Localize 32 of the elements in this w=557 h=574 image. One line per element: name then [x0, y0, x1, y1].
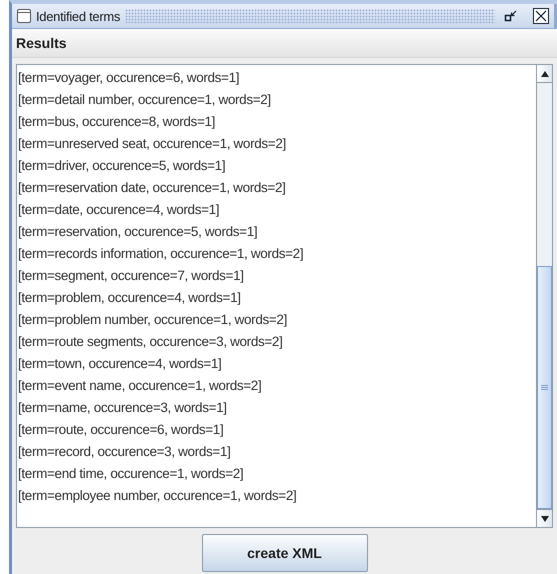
result-line: [term=route, occurence=6, words=1]	[18, 421, 224, 439]
result-line: [term=records information, occurence=1, words=2]	[18, 245, 304, 263]
result-line: [term=segment, occurence=7, words=1]	[18, 267, 245, 285]
result-line: [term=route segments, occurence=3, words=2]	[18, 333, 284, 351]
result-line: [term=town, occurence=4, words=1]	[18, 355, 222, 373]
section-title: Results	[16, 35, 67, 51]
result-line: [term=detail number, occurence=1, words=2]	[18, 91, 272, 109]
result-line: [term=reservation date, occurence=1, words=2]	[18, 179, 287, 197]
create-xml-button[interactable]: create XML	[202, 534, 368, 572]
result-line: [term=reservation, occurence=5, words=1]	[18, 223, 258, 241]
scroll-thumb[interactable]	[537, 266, 552, 509]
close-icon[interactable]	[533, 8, 549, 24]
scroll-up-button[interactable]	[537, 65, 552, 83]
result-line: [term=name, occurence=3, words=1]	[18, 399, 228, 417]
result-line: [term=unreserved seat, occurence=1, words=2]	[18, 135, 287, 153]
result-line: [term=bus, occurence=8, words=1]	[18, 113, 216, 131]
result-line: [term=employee number, occurence=1, words=2]	[18, 487, 298, 505]
result-line: [term=voyager, occurence=6, words=1]	[18, 69, 240, 87]
result-line: [term=record, occurence=3, words=1]	[18, 443, 232, 461]
result-line: [term=driver, occurence=5, words=1]	[18, 157, 226, 175]
result-line: [term=event name, occurence=1, words=2]	[18, 377, 262, 395]
result-line: [term=end time, occurence=1, words=2]	[18, 465, 244, 483]
up-arrow-icon	[540, 70, 548, 76]
window-icon	[17, 9, 31, 23]
result-line: [term=date, occurence=4, words=1]	[18, 201, 220, 219]
restore-icon[interactable]	[504, 9, 518, 23]
scrollbar[interactable]	[536, 65, 552, 527]
scroll-down-button[interactable]	[537, 509, 552, 527]
result-line: [term=problem number, occurence=1, words=2]	[18, 311, 288, 329]
window-title: Identified terms	[36, 8, 120, 24]
down-arrow-icon	[540, 516, 548, 522]
result-line: [term=problem, occurence=4, words=1]	[18, 289, 242, 307]
